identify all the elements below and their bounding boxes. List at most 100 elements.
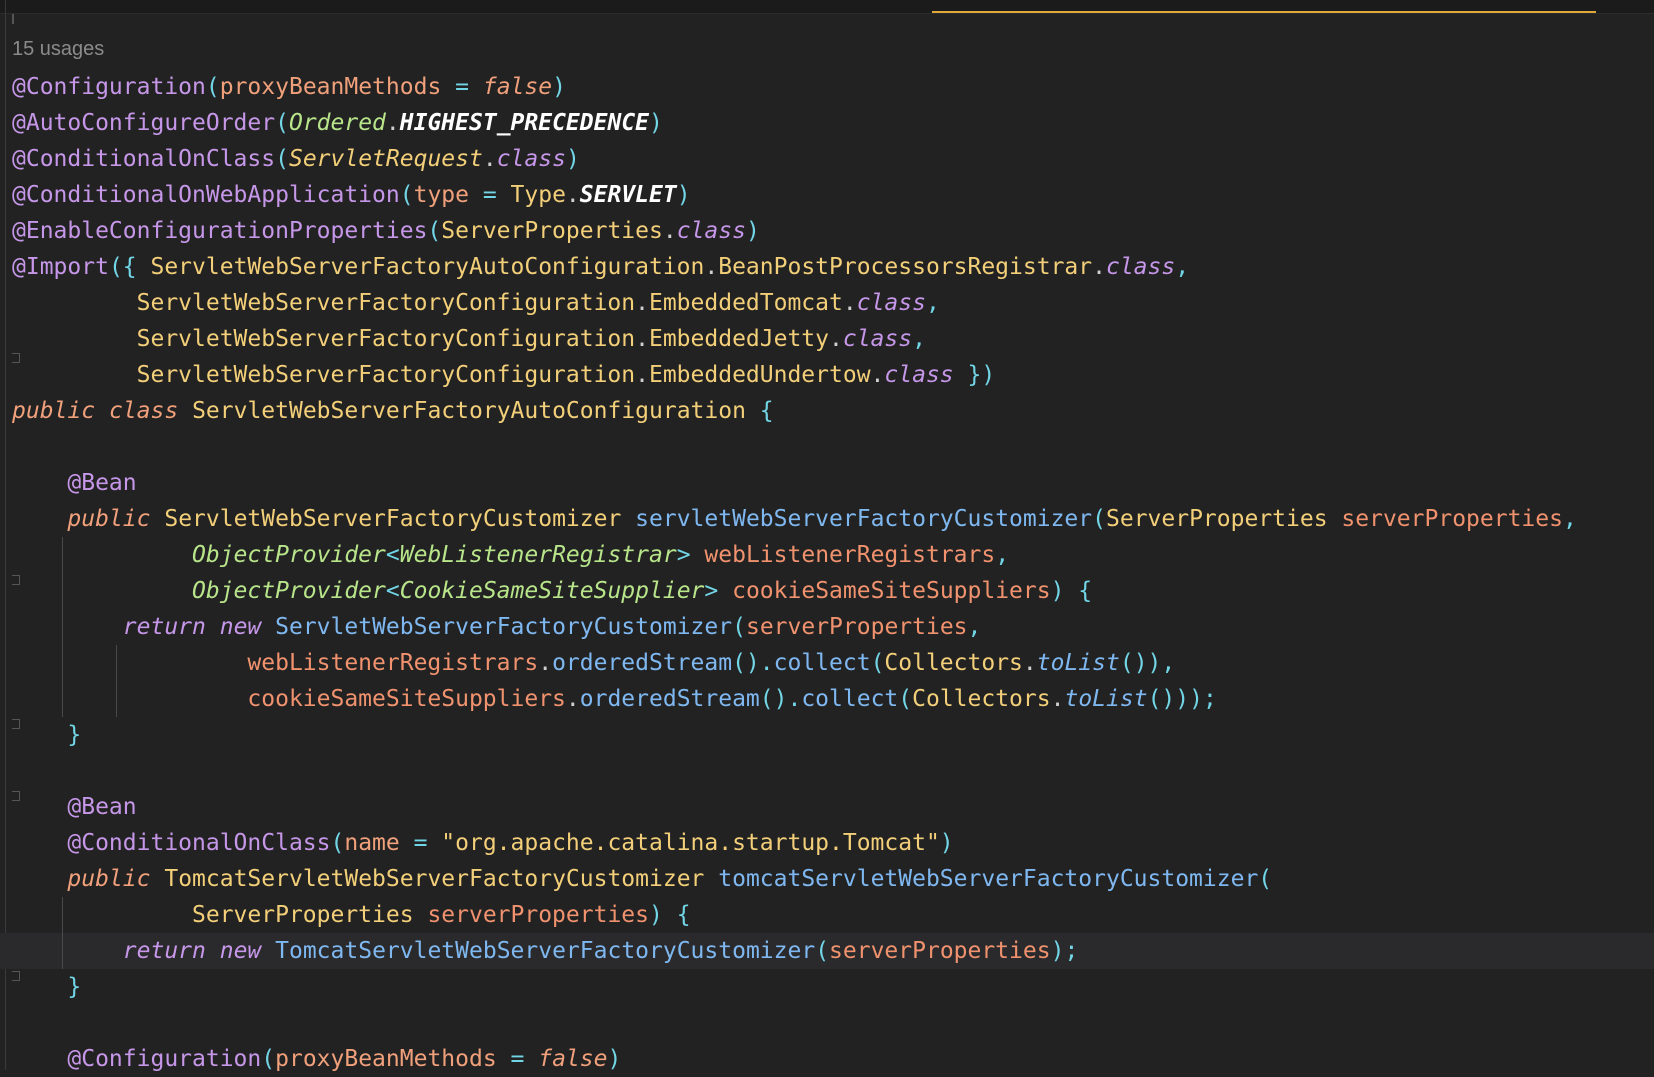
code-line: @ConditionalOnClass(name = "org.apache.c… <box>12 825 1654 861</box>
class-ref: EmbeddedUndertow <box>648 362 871 388</box>
punctuation: . <box>1092 254 1106 280</box>
code-area[interactable]: @Configuration(proxyBeanMethods = false)… <box>0 69 1654 1077</box>
punctuation: . <box>870 362 885 388</box>
code-line: ServletWebServerFactoryConfiguration.Emb… <box>12 321 1654 357</box>
punctuation: . <box>662 218 677 244</box>
punctuation: . <box>565 182 580 208</box>
class-ref: ServletWebServerFactoryConfiguration <box>136 290 636 316</box>
punctuation: { <box>745 398 774 424</box>
fold-icon[interactable] <box>12 971 20 981</box>
constructor-call: ServletWebServerFactoryCustomizer <box>275 614 733 640</box>
punctuation: ( <box>815 938 830 964</box>
punctuation: . <box>538 650 553 676</box>
punctuation: . <box>829 326 843 352</box>
fold-marker <box>12 14 14 24</box>
punctuation: . <box>385 110 400 136</box>
keyword: class <box>1105 254 1176 280</box>
punctuation: , <box>1175 254 1190 280</box>
class-ref: Collectors <box>884 650 1023 676</box>
indent-guide <box>116 645 117 681</box>
fold-icon[interactable] <box>12 353 20 363</box>
punctuation: . <box>635 362 649 388</box>
punctuation: . <box>1022 650 1037 676</box>
operator: = <box>468 182 511 208</box>
keyword: public <box>12 398 96 424</box>
punctuation: . <box>842 290 857 316</box>
code-line: ObjectProvider<CookieSameSiteSupplier> c… <box>12 573 1654 609</box>
method-call: toList <box>1064 686 1148 712</box>
punctuation: ( <box>732 614 746 640</box>
annotation: @Bean <box>67 794 137 820</box>
keyword: class <box>842 326 913 352</box>
keyword: class <box>676 218 746 244</box>
usages-hint[interactable]: 15 usages <box>12 38 104 61</box>
fold-icon[interactable] <box>12 575 20 585</box>
param-name: proxyBeanMethods <box>275 1046 497 1072</box>
code-line: @ConditionalOnClass(ServletRequest.class… <box>12 141 1654 177</box>
code-line: @EnableConfigurationProperties(ServerPro… <box>12 213 1654 249</box>
param-name: serverProperties <box>427 902 649 928</box>
editor-tab-bar <box>0 0 1654 14</box>
annotation: @ConditionalOnClass <box>12 146 276 172</box>
punctuation: > <box>704 578 719 604</box>
punctuation: ( <box>205 74 220 100</box>
current-code-line[interactable]: return new TomcatServletWebServerFactory… <box>0 933 1654 969</box>
class-ref: ServerProperties <box>1106 506 1328 532</box>
punctuation: < <box>385 542 400 568</box>
punctuation: ( <box>870 650 885 676</box>
keyword: return <box>122 938 206 964</box>
variable: serverProperties <box>829 938 1051 964</box>
indent-guide <box>62 645 63 681</box>
param-name: type <box>413 182 469 208</box>
class-ref: ObjectProvider <box>192 578 386 604</box>
code-line: } <box>12 717 1654 753</box>
param-name: proxyBeanMethods <box>219 74 442 100</box>
fold-icon[interactable] <box>12 791 20 801</box>
punctuation: } <box>67 974 82 1000</box>
active-tab-indicator <box>932 11 1596 13</box>
method-name: servletWebServerFactoryCustomizer <box>635 506 1093 532</box>
punctuation: ) <box>552 74 566 100</box>
code-line: public ServletWebServerFactoryCustomizer… <box>12 501 1654 537</box>
method-call: collect <box>801 686 899 712</box>
code-line: @Bean <box>12 789 1654 825</box>
class-ref: Collectors <box>912 686 1051 712</box>
keyword: class <box>496 146 566 172</box>
keyword: return <box>122 614 206 640</box>
class-ref: ServletWebServerFactoryCustomizer <box>164 506 622 532</box>
punctuation: ) { <box>649 902 691 928</box>
code-editor[interactable]: 15 usages @Configuration(proxyBeanMethod… <box>0 0 1654 1072</box>
punctuation: ) <box>745 218 760 244</box>
string-literal: "org.apache.catalina.startup.Tomcat" <box>441 830 940 856</box>
param-name: serverProperties <box>1341 506 1563 532</box>
fold-icon[interactable] <box>12 719 20 729</box>
punctuation: . <box>565 686 580 712</box>
method-call: orderedStream <box>552 650 733 676</box>
class-ref: WebListenerRegistrar <box>399 542 677 568</box>
code-line: webListenerRegistrars.orderedStream().co… <box>12 645 1654 681</box>
class-ref: CookieSameSiteSupplier <box>399 578 705 604</box>
punctuation: < <box>385 578 400 604</box>
class-ref: ServerProperties <box>441 218 663 244</box>
code-line: @ConditionalOnWebApplication(type = Type… <box>12 177 1654 213</box>
code-line: ServletWebServerFactoryConfiguration.Emb… <box>12 285 1654 321</box>
method-call: toList <box>1036 650 1120 676</box>
code-line: ObjectProvider<WebListenerRegistrar> web… <box>12 537 1654 573</box>
